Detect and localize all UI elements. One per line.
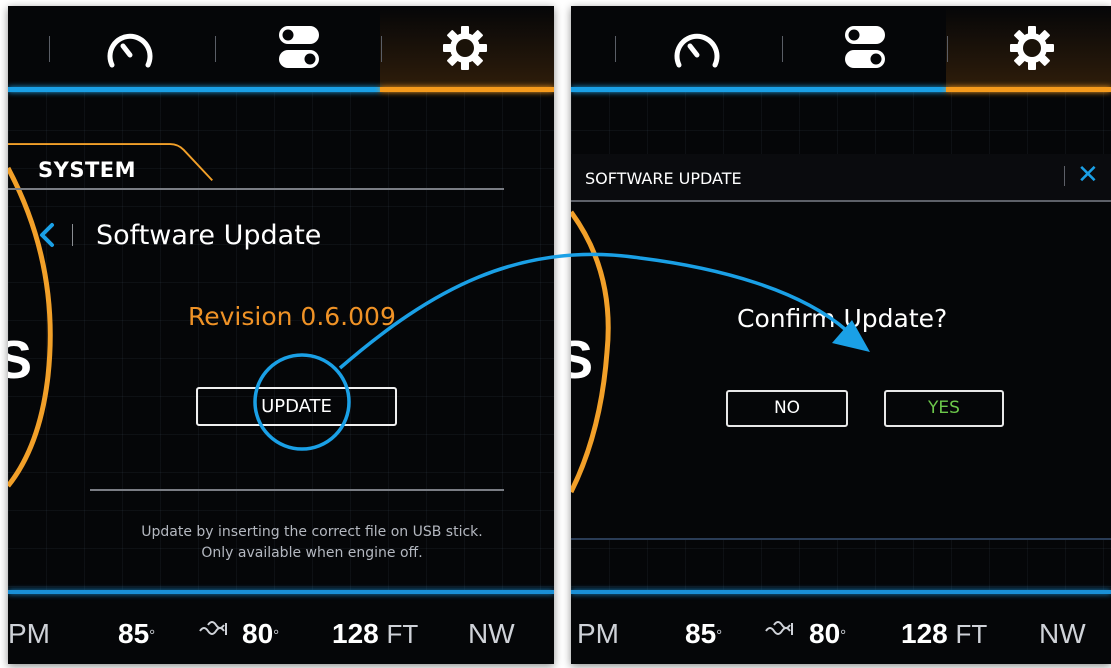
temp-1: 85° xyxy=(685,618,722,650)
depth-unit: FT xyxy=(955,619,988,649)
confirm-question: Confirm Update? xyxy=(737,304,948,333)
temp-1-value: 85 xyxy=(118,618,150,649)
depth-value: 128 xyxy=(901,618,948,649)
hint-line-2: Only available when engine off. xyxy=(201,545,423,561)
temp-2: 80° xyxy=(242,618,279,650)
toggle-switches-icon[interactable] xyxy=(276,23,322,77)
right-screen: SOFTWARE UPDATE ✕ S Confirm Update? NO Y… xyxy=(571,6,1111,664)
yes-button[interactable]: YES xyxy=(884,390,1004,427)
active-tab-underline xyxy=(946,87,1111,92)
top-nav xyxy=(8,6,554,92)
depth: 128 FT xyxy=(901,618,987,650)
left-screen: S SYSTEM Software Update Revision 0.6.00… xyxy=(8,6,554,664)
close-icon[interactable]: ✕ xyxy=(1077,162,1099,188)
gauge-letter: S xyxy=(8,330,32,390)
status-bar: PM 85° 80° 128 FT NW xyxy=(8,592,554,664)
heading: NW xyxy=(1039,618,1086,649)
temp-2-value: 80 xyxy=(809,618,841,649)
depth-value: 128 xyxy=(332,618,379,649)
depth: 128 FT xyxy=(332,618,418,650)
close-separator xyxy=(1064,166,1065,186)
nav-separator xyxy=(615,36,616,62)
temp-1-unit: ° xyxy=(149,627,156,644)
gear-icon[interactable] xyxy=(441,24,489,76)
speedometer-icon[interactable] xyxy=(672,28,722,74)
nav-separator xyxy=(215,36,216,62)
hint-line-1: Update by inserting the correct file on … xyxy=(141,524,483,540)
nav-separator xyxy=(49,36,50,62)
temp-2-unit: ° xyxy=(273,627,280,644)
nav-separator xyxy=(947,36,948,62)
status-bar-line xyxy=(571,590,1111,594)
nav-underline xyxy=(571,87,946,92)
temp-1-value: 85 xyxy=(685,618,717,649)
dialog-body xyxy=(571,202,1111,538)
speedometer-icon[interactable] xyxy=(105,28,155,74)
water-temp-icon xyxy=(764,612,798,644)
revision-label: Revision 0.6.009 xyxy=(188,302,396,331)
gauge-arc: S xyxy=(571,210,611,494)
nav-separator xyxy=(381,36,382,62)
status-bar-line xyxy=(8,590,554,594)
temp-2-value: 80 xyxy=(242,618,274,649)
active-tab-underline xyxy=(380,87,554,92)
heading: NW xyxy=(468,618,515,649)
gear-icon[interactable] xyxy=(1008,24,1056,76)
top-nav xyxy=(571,6,1111,92)
temp-2: 80° xyxy=(809,618,846,650)
divider xyxy=(8,188,504,190)
temp-2-unit: ° xyxy=(840,627,847,644)
temp-1: 85° xyxy=(118,618,155,650)
nav-separator xyxy=(782,36,783,62)
temp-1-unit: ° xyxy=(716,627,723,644)
gauge-letter: S xyxy=(571,330,593,390)
dialog-divider xyxy=(571,538,1111,540)
back-chevron-icon[interactable] xyxy=(38,222,56,252)
page-title: Software Update xyxy=(96,220,322,251)
depth-unit: FT xyxy=(386,619,419,649)
status-bar: PM 85° 80° 128 FT NW xyxy=(571,592,1111,664)
title-separator xyxy=(72,224,73,246)
nav-underline xyxy=(8,87,380,92)
dialog-title: SOFTWARE UPDATE xyxy=(585,169,742,188)
divider xyxy=(90,489,504,491)
water-temp-icon xyxy=(198,612,232,644)
toggle-switches-icon[interactable] xyxy=(842,23,888,77)
no-button[interactable]: NO xyxy=(726,390,848,427)
update-button[interactable]: UPDATE xyxy=(196,387,397,426)
gauge-arc: S xyxy=(8,166,53,488)
rpm-fragment: PM xyxy=(577,618,619,649)
rpm-fragment: PM xyxy=(8,618,50,649)
section-tab-system[interactable]: SYSTEM xyxy=(38,158,136,182)
